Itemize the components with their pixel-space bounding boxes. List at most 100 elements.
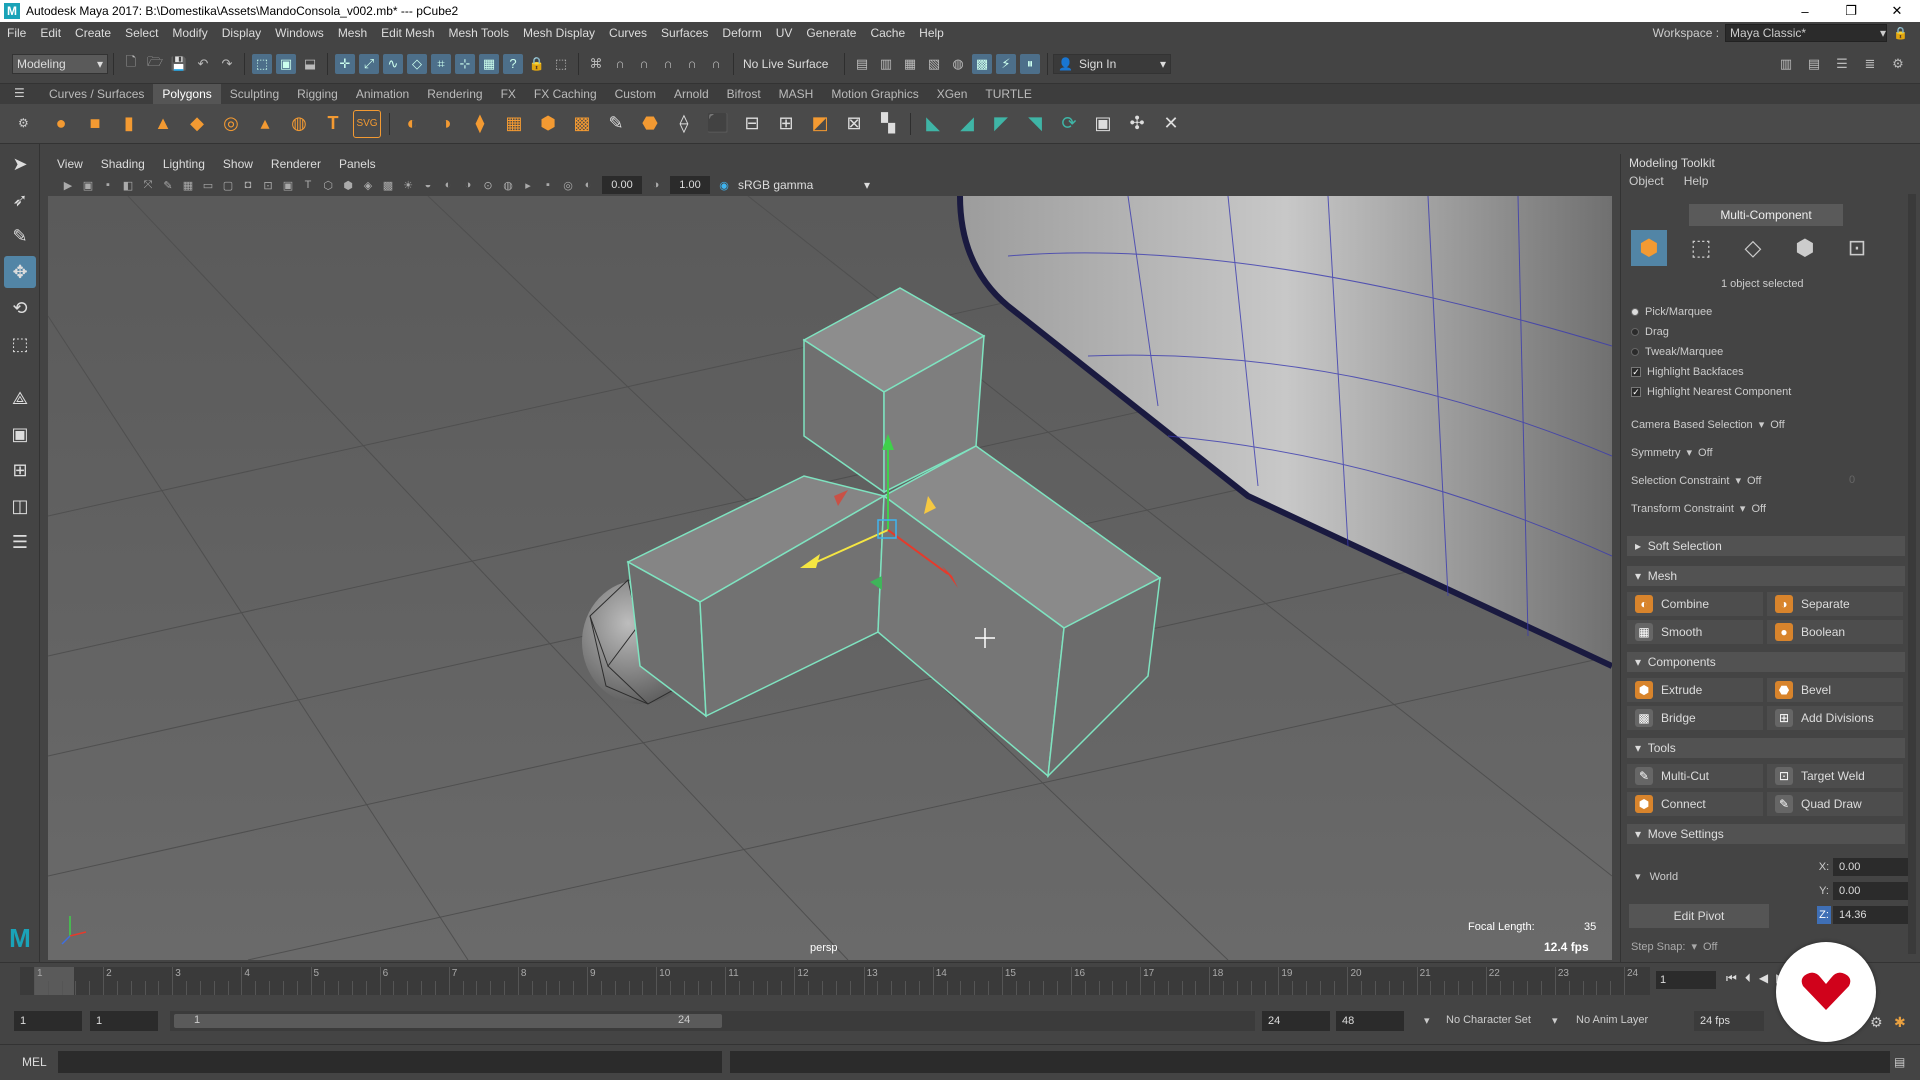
edit-pivot-button[interactable]: Edit Pivot [1629, 904, 1769, 928]
gate-mask-icon[interactable]: ◘ [240, 177, 256, 193]
poly-cylinder-icon[interactable]: ▮ [115, 110, 143, 138]
color-management-icon[interactable]: ◉ [716, 177, 732, 193]
render-sequence-icon[interactable]: ▦ [900, 54, 920, 74]
merge-icon[interactable]: ⊠ [840, 110, 868, 138]
y-value-field[interactable]: 0.00 [1833, 882, 1915, 900]
toggle-tool-settings-icon[interactable]: ▤ [1804, 54, 1824, 74]
image-plane-icon[interactable]: ◧ [120, 177, 136, 193]
shelf-tab-polygons[interactable]: Polygons [153, 84, 221, 104]
safe-title-icon[interactable]: T [300, 177, 316, 193]
combine-icon[interactable]: ◐ [398, 110, 426, 138]
outliner-layout-icon[interactable]: ☰ [4, 526, 36, 558]
scene-canvas[interactable] [48, 196, 1612, 960]
render-settings-icon[interactable]: ◍ [948, 54, 968, 74]
checker-icon[interactable]: ▣ [1089, 110, 1117, 138]
target-weld-icon[interactable]: ◩ [806, 110, 834, 138]
multi-component-button[interactable]: Multi-Component [1689, 204, 1843, 226]
soft-selection-section[interactable]: ▸ Soft Selection [1627, 536, 1905, 556]
shelf-tab-rendering[interactable]: Rendering [418, 87, 491, 101]
fill-hole-icon[interactable]: ⬛ [704, 110, 732, 138]
auto-key-icon[interactable]: ⚙ [1870, 1014, 1883, 1031]
shadows-icon[interactable]: ◒ [420, 177, 436, 193]
sign-in-button[interactable]: 👤 Sign In ▾ [1053, 53, 1171, 74]
render-view-icon[interactable]: ⚡ [996, 53, 1016, 74]
shelf-tab-mash[interactable]: MASH [770, 87, 823, 101]
exposure-field[interactable]: 0.00 [602, 176, 642, 194]
last-tool-icon[interactable]: ⟁ [4, 382, 36, 414]
menu-set-dropdown[interactable]: Modeling ▾ [12, 53, 108, 74]
svg-icon[interactable]: SVG [353, 109, 381, 138]
camera-attributes-icon[interactable]: ▣ [80, 177, 96, 193]
step-snap-row[interactable]: Step Snap: ▾ Off [1631, 940, 1717, 954]
motion-blur-icon[interactable]: ▸ [520, 177, 536, 193]
insert-edge-loop-icon[interactable]: ⊟ [738, 110, 766, 138]
separate-button[interactable]: ◑ Separate [1767, 592, 1903, 616]
uv-mode-icon[interactable]: ⊡ [1839, 230, 1875, 266]
menu-curves[interactable]: Curves [602, 26, 654, 40]
select-joints-icon[interactable]: ⤢ [359, 53, 379, 74]
tools-section[interactable]: ▾ Tools [1627, 738, 1905, 758]
selection-constraint-row[interactable]: Selection Constraint ▾ Off [1631, 474, 1761, 488]
undo-icon[interactable]: ↶ [193, 54, 213, 74]
bookmark-icon[interactable]: ▪ [100, 177, 116, 193]
perspective-viewport[interactable]: Focal Length: 35 12.4 fps persp [48, 196, 1612, 960]
connect-button[interactable]: ⬢ Connect [1627, 792, 1763, 816]
select-by-object-icon[interactable]: ▣ [276, 53, 296, 74]
snap-surface-icon[interactable]: ∩ [682, 54, 702, 74]
vp-menu-shading[interactable]: Shading [92, 157, 154, 171]
grid-icon[interactable]: ▦ [180, 177, 196, 193]
snap-point-icon[interactable]: ∩ [634, 54, 654, 74]
select-curves-icon[interactable]: ∿ [383, 53, 403, 74]
edge-mode-icon[interactable]: ◇ [1735, 230, 1771, 266]
fps-dropdown[interactable]: 24 fps [1694, 1011, 1764, 1031]
bridge-button[interactable]: ▩ Bridge [1627, 706, 1763, 730]
construction-history-icon[interactable]: ▤ [852, 54, 872, 74]
safe-action-icon[interactable]: ▣ [280, 177, 296, 193]
field-chart-icon[interactable]: ⊡ [260, 177, 276, 193]
menu-select[interactable]: Select [118, 26, 165, 40]
select-by-component-icon[interactable]: ⬓ [300, 54, 320, 74]
xray-icon[interactable]: ◐ [440, 177, 456, 193]
open-scene-icon[interactable]: 🗁 [145, 54, 165, 74]
settings-gear-icon[interactable]: ⚙ [1888, 54, 1908, 74]
symmetry-icon[interactable]: ✕ [1157, 110, 1185, 138]
minimize-button[interactable]: – [1782, 0, 1828, 22]
paint-select-tool-icon[interactable]: ✎ [4, 220, 36, 252]
append-polygon-icon[interactable]: ⟠ [670, 110, 698, 138]
toolkit-menu-help[interactable]: Help [1684, 174, 1709, 188]
vp-menu-lighting[interactable]: Lighting [154, 157, 214, 171]
shelf-tab-custom[interactable]: Custom [606, 87, 665, 101]
add-divisions-button[interactable]: ⊞ Add Divisions [1767, 706, 1903, 730]
vp-menu-renderer[interactable]: Renderer [262, 157, 330, 171]
wireframe-on-shaded-icon[interactable]: ◈ [360, 177, 376, 193]
bridge-icon[interactable]: ▩ [568, 110, 596, 138]
select-tool-icon[interactable]: ➤ [4, 148, 36, 180]
gamma-field[interactable]: 1.00 [670, 176, 710, 194]
target-weld-button[interactable]: ⊡ Target Weld [1767, 764, 1903, 788]
time-slider[interactable]: 1 2 3 4 5 6 7 8 9 10 11 12 13 14 15 16 17 18 19 20 21 22 23 24 … [0, 962, 1920, 998]
ambient-occlusion-icon[interactable]: ◍ [500, 177, 516, 193]
poly-cone-icon[interactable]: ▲ [149, 110, 177, 138]
menu-edit-mesh[interactable]: Edit Mesh [374, 26, 441, 40]
mesh-section[interactable]: ▾ Mesh [1627, 566, 1905, 586]
uv-editor-icon[interactable]: ⟳ [1055, 110, 1083, 138]
toolkit-menu-object[interactable]: Object [1629, 174, 1664, 188]
exposure-icon[interactable]: ◐ [580, 177, 596, 193]
preferences-icon[interactable]: ✱ [1894, 1014, 1906, 1031]
lasso-tool-icon[interactable]: ➶ [4, 184, 36, 216]
multi-cut-icon[interactable]: ✎ [602, 110, 630, 138]
menu-mesh[interactable]: Mesh [331, 26, 374, 40]
poly-pyramid-icon[interactable]: ▴ [251, 110, 279, 138]
camera-based-selection-row[interactable]: Camera Based Selection ▾ Off [1631, 418, 1785, 432]
select-by-hierarchy-icon[interactable]: ⬚ [252, 53, 272, 74]
quad-draw-button[interactable]: ✎ Quad Draw [1767, 792, 1903, 816]
face-mode-icon[interactable]: ⬢ [1787, 230, 1823, 266]
menu-windows[interactable]: Windows [268, 26, 331, 40]
smooth-shade-icon[interactable]: ⬢ [340, 177, 356, 193]
close-button[interactable]: ✕ [1874, 0, 1920, 22]
xray-joints-icon[interactable]: ◑ [460, 177, 476, 193]
tweak-marquee-option[interactable]: Tweak/Marquee [1631, 346, 1723, 358]
extrude-button[interactable]: ⬢ Extrude [1627, 678, 1763, 702]
symmetry-row[interactable]: Symmetry ▾ Off [1631, 446, 1713, 460]
2d-pan-zoom-icon[interactable]: ⤧ [140, 177, 156, 193]
